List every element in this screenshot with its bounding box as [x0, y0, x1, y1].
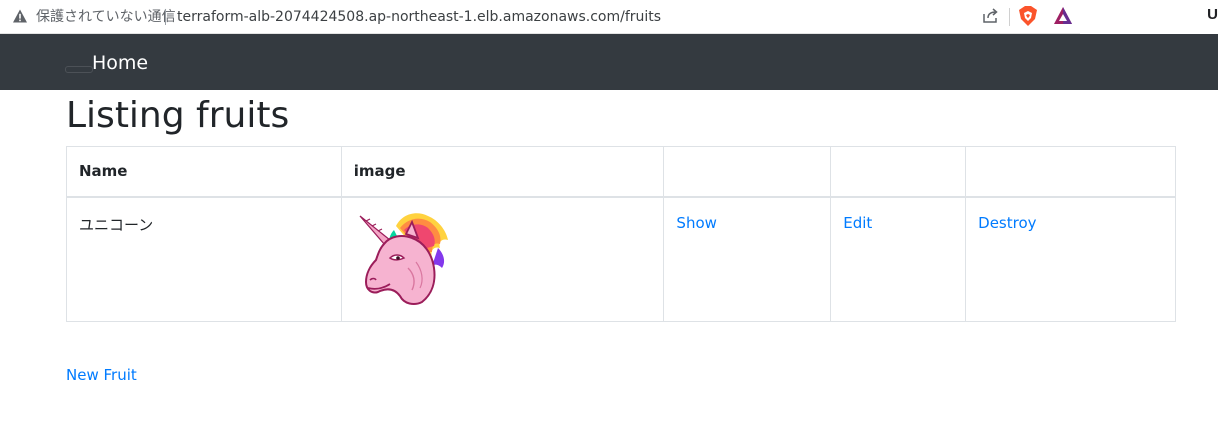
header-destroy: [965, 146, 1176, 198]
warning-icon[interactable]: [12, 8, 28, 24]
fruit-name-cell: ユニコーン: [66, 196, 342, 322]
show-link[interactable]: Show: [676, 214, 716, 232]
header-name: Name: [66, 146, 342, 198]
top-navbar: Home: [0, 34, 1218, 90]
edit-link[interactable]: Edit: [843, 214, 872, 232]
address-separator: [165, 9, 166, 25]
table-header-row: Name image: [66, 146, 1176, 198]
header-edit: [830, 146, 967, 198]
security-status-label[interactable]: 保護されていない通信: [36, 8, 176, 26]
fruits-table: Name image ユニコーン Show Edit Destroy: [66, 146, 1176, 322]
bat-rewards-icon[interactable]: [1053, 6, 1073, 26]
destroy-cell: Destroy: [965, 196, 1176, 322]
destroy-link[interactable]: Destroy: [978, 214, 1036, 232]
edit-cell: Edit: [830, 196, 967, 322]
extension-letter[interactable]: U: [1207, 6, 1218, 23]
brave-shield-icon[interactable]: [1018, 5, 1038, 27]
header-image: image: [340, 146, 665, 198]
show-cell: Show: [663, 196, 832, 322]
toolbar-divider: [1009, 8, 1010, 26]
share-icon[interactable]: [981, 7, 999, 25]
new-fruit-link[interactable]: New Fruit: [66, 366, 137, 384]
table-row: ユニコーン Show Edit Destroy: [66, 196, 1176, 322]
browser-address-bar: 保護されていない通信 terraform-alb-2074424508.ap-n…: [0, 0, 1080, 34]
navbar-toggler-button[interactable]: [65, 66, 93, 73]
page-title: Listing fruits: [66, 95, 290, 136]
unicorn-image: [359, 212, 448, 305]
navbar-home-link[interactable]: Home: [92, 51, 148, 75]
url-field[interactable]: terraform-alb-2074424508.ap-northeast-1.…: [177, 8, 661, 26]
header-show: [663, 146, 832, 198]
browser-extension-strip: U: [1080, 0, 1218, 34]
fruit-image-cell: [340, 196, 665, 322]
